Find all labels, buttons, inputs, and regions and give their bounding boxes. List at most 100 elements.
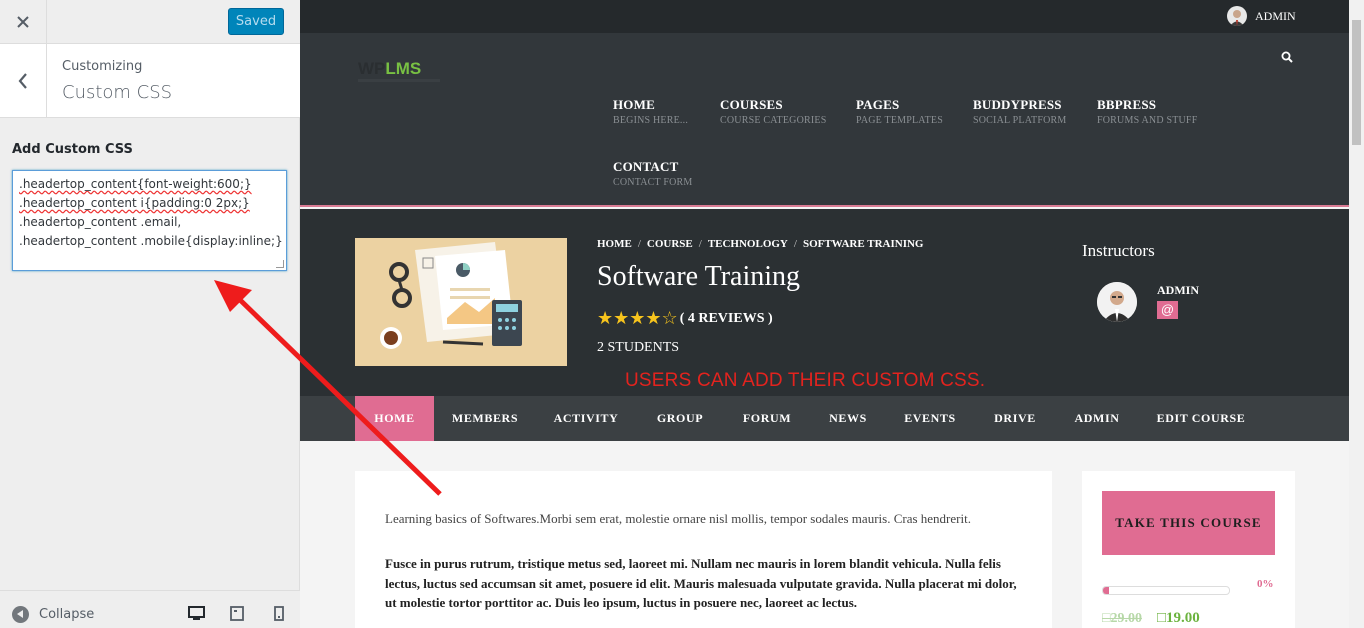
admin-account-link[interactable]: ADMIN: [1227, 6, 1296, 26]
course-hero: HOME / COURSE / TECHNOLOGY / SOFTWARE TRAINING…: [300, 209, 1349, 396]
annotation-text: USERS CAN ADD THEIR CUSTOM CSS.: [625, 370, 986, 391]
nav-title: BUDDYPRESS: [973, 97, 1062, 112]
tab-activity[interactable]: ACTIVITY: [546, 396, 626, 441]
search-icon: [1281, 51, 1293, 63]
admin-label: ADMIN: [1255, 8, 1296, 23]
course-progress-bar: [1102, 586, 1230, 595]
breadcrumb-item[interactable]: HOME: [597, 238, 632, 250]
nav-item-pages[interactable]: PAGES PAGE TEMPLATES: [856, 97, 943, 126]
collapse-button[interactable]: Collapse: [12, 606, 94, 623]
breadcrumb-separator: /: [637, 238, 641, 250]
breadcrumb-item[interactable]: COURSE: [647, 238, 693, 250]
css-line-text: .headertop_content{font-weight:600;}: [19, 177, 252, 191]
nav-item-courses[interactable]: COURSES COURSE CATEGORIES: [720, 97, 826, 126]
breadcrumb-separator: /: [793, 238, 797, 250]
reviews-count[interactable]: ( 4 REVIEWS ): [680, 311, 773, 327]
course-title: Software Training: [597, 261, 800, 292]
tablet-preview-button[interactable]: [228, 604, 246, 622]
customizer-sidebar: Saved Customizing Custom CSS Add Custom …: [0, 0, 300, 628]
logo-wp: WP: [358, 59, 386, 78]
nav-title: BBPRESS: [1097, 97, 1157, 112]
nav-item-home[interactable]: HOME BEGINS HERE...: [613, 97, 688, 126]
close-button[interactable]: [0, 0, 47, 44]
course-description-card: Learning basics of Softwares.Morbi sem e…: [355, 471, 1052, 628]
progress-fill: [1103, 587, 1110, 594]
site-preview: ADMIN WPLMS HOME BEGINS HERE... COURSES …: [300, 0, 1364, 628]
take-course-button[interactable]: TAKE THIS COURSE: [1102, 491, 1275, 555]
course-tabs: HOME MEMBERS ACTIVITY GROUP FORUM NEWS E…: [300, 396, 1349, 441]
desktop-preview-button[interactable]: [187, 604, 205, 622]
css-line: .headertop_content{font-weight:600;}: [19, 175, 280, 194]
tab-members[interactable]: MEMBERS: [445, 396, 525, 441]
tablet-icon: [230, 605, 244, 621]
preview-scrollbar[interactable]: [1349, 0, 1364, 628]
nav-subtitle: FORUMS AND STUFF: [1097, 115, 1198, 126]
resize-handle[interactable]: [276, 260, 284, 268]
tab-news[interactable]: NEWS: [820, 396, 876, 441]
instructor-avatar[interactable]: [1097, 282, 1137, 322]
star-rating-icon: ★★★★☆: [597, 308, 678, 328]
instructor-name[interactable]: ADMIN: [1157, 283, 1199, 298]
css-line: .headertop_content .mobile{display:inlin…: [19, 232, 283, 251]
desktop-icon: [187, 605, 205, 620]
customizer-footer: Collapse: [0, 590, 300, 628]
close-icon: [17, 16, 29, 28]
nav-item-contact[interactable]: CONTACT CONTACT FORM: [613, 159, 693, 188]
nav-subtitle: SOCIAL PLATFORM: [973, 115, 1067, 126]
tab-group[interactable]: GROUP: [644, 396, 716, 441]
nav-subtitle: CONTACT FORM: [613, 177, 693, 188]
nav-item-bbpress[interactable]: BBPRESS FORUMS AND STUFF: [1097, 97, 1197, 126]
customizer-topbar: Saved: [0, 0, 300, 44]
css-line-text: .headertop_content .mobile{display:inlin…: [19, 234, 283, 248]
add-css-label: Add Custom CSS: [12, 142, 133, 157]
site-topbar: ADMIN: [300, 0, 1349, 33]
logo-lms: LMS: [385, 59, 422, 78]
nav-title: HOME: [613, 97, 655, 112]
chevron-left-icon: [18, 72, 27, 89]
course-description: Learning basics of Softwares.Morbi sem e…: [385, 511, 971, 526]
collapse-label: Collapse: [39, 607, 95, 622]
nav-subtitle: BEGINS HERE...: [613, 115, 689, 126]
scrollbar-thumb[interactable]: [1352, 20, 1361, 145]
course-description-bold: Fusce in purus rutrum, tristique metus s…: [385, 556, 1017, 610]
breadcrumb-item[interactable]: TECHNOLOGY: [708, 238, 788, 250]
nav-title: CONTACT: [613, 159, 679, 174]
saved-button[interactable]: Saved: [228, 8, 284, 35]
css-line-text: .headertop_content i{padding:0 2px;}: [19, 196, 250, 210]
section-title: Custom CSS: [62, 82, 173, 103]
price-old: □29.00: [1102, 611, 1142, 626]
tab-forum[interactable]: FORUM: [732, 396, 802, 441]
back-button[interactable]: [0, 44, 47, 117]
nav-subtitle: COURSE CATEGORIES: [720, 115, 827, 126]
breadcrumb: HOME / COURSE / TECHNOLOGY / SOFTWARE TRAINING: [597, 238, 923, 250]
tab-events[interactable]: EVENTS: [897, 396, 963, 441]
breadcrumb-item: SOFTWARE TRAINING: [802, 238, 924, 250]
course-thumbnail: [355, 238, 567, 366]
tab-admin[interactable]: ADMIN: [1066, 396, 1128, 441]
students-count: 2 STUDENTS: [597, 340, 680, 355]
css-line-text: .headertop_content .email,: [19, 215, 182, 229]
customizing-label: Customizing: [62, 59, 143, 74]
css-line: .headertop_content i{padding:0 2px;}: [19, 194, 280, 213]
tab-edit-course[interactable]: EDIT COURSE: [1151, 396, 1251, 441]
price-new: □19.00: [1157, 610, 1200, 626]
mobile-icon: [274, 605, 284, 621]
custom-css-textarea[interactable]: .headertop_content{font-weight:600;} .he…: [12, 170, 287, 271]
nav-item-buddypress[interactable]: BUDDYPRESS SOCIAL PLATFORM: [973, 97, 1066, 126]
course-sidebar-card: TAKE THIS COURSE 0% □29.00 □19.00: [1082, 471, 1295, 628]
site-header: WPLMS HOME BEGINS HERE... COURSES COURSE…: [300, 33, 1349, 207]
mobile-preview-button[interactable]: [270, 604, 288, 622]
tab-home[interactable]: HOME: [355, 396, 434, 441]
logo-tagline-decoration: [358, 79, 440, 82]
instructors-heading: Instructors: [1082, 241, 1155, 260]
progress-percent: 0%: [1257, 578, 1274, 590]
nav-title: COURSES: [720, 97, 783, 112]
nav-title: PAGES: [856, 97, 900, 112]
search-button[interactable]: [1281, 50, 1293, 68]
site-logo[interactable]: WPLMS: [358, 59, 421, 79]
section-header: Customizing Custom CSS: [0, 44, 300, 118]
instructor-message-button[interactable]: @: [1157, 301, 1178, 319]
breadcrumb-separator: /: [698, 238, 702, 250]
course-rating: ★★★★☆ ( 4 REVIEWS ): [597, 308, 773, 329]
tab-drive[interactable]: DRIVE: [986, 396, 1044, 441]
